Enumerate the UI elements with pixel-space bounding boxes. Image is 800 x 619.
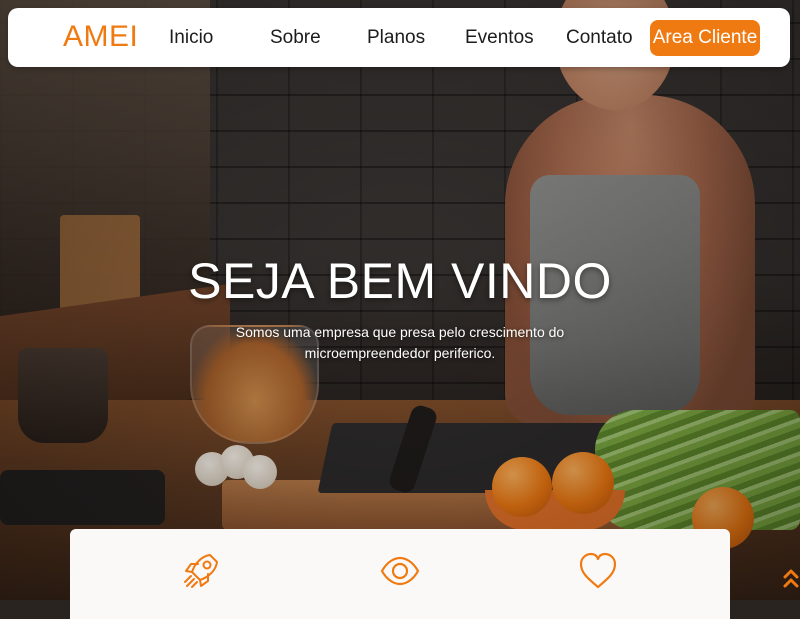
nav-item-inicio[interactable]: Inicio: [169, 25, 213, 51]
eye-icon: [378, 549, 422, 593]
brand-logo[interactable]: AMEI: [63, 20, 138, 54]
hero-subtitle-line: Somos uma empresa que presa pelo crescim…: [235, 324, 565, 340]
hero-subtitle: Somos uma empresa que presa pelo crescim…: [200, 322, 600, 364]
heart-icon: [576, 549, 620, 593]
area-cliente-button[interactable]: Area Cliente: [650, 20, 760, 56]
hero-subtitle-line: microempreendedor periferico.: [304, 345, 496, 361]
nav-item-planos[interactable]: Planos: [367, 25, 425, 51]
hero-title: SEJA BEM VINDO: [188, 253, 612, 309]
double-chevron-up-icon: [783, 569, 799, 588]
top-navbar: AMEI Inicio Sobre Planos Eventos Contato…: [8, 8, 790, 67]
nav-item-eventos[interactable]: Eventos: [465, 25, 534, 51]
rocket-icon: [180, 549, 224, 593]
features-card: [70, 529, 730, 619]
nav-item-sobre[interactable]: Sobre: [270, 25, 321, 51]
scroll-top-button[interactable]: [782, 566, 800, 592]
nav-item-contato[interactable]: Contato: [566, 25, 633, 51]
